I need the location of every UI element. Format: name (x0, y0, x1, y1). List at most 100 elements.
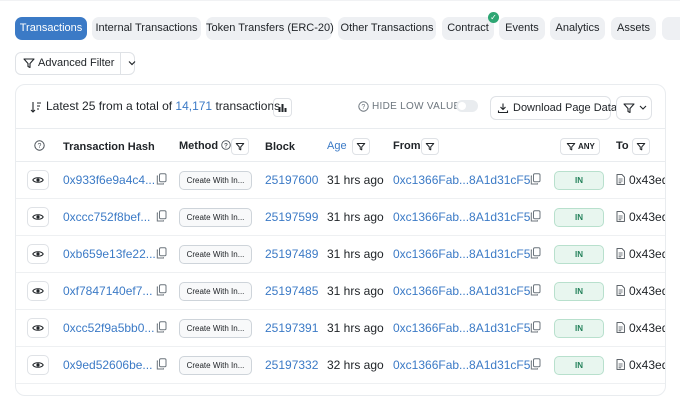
to-address[interactable]: 0x43ed (616, 321, 665, 335)
from-address-link[interactable]: 0xc1366Fab...8A1d31cF5 (393, 358, 530, 372)
eye-icon (32, 325, 44, 331)
block-link[interactable]: 25197489 (265, 247, 318, 261)
copy-icon[interactable] (530, 358, 541, 370)
chevron-down-icon[interactable] (127, 58, 137, 68)
method-badge: Create With In... (179, 319, 252, 338)
transactions-card: Latest 25 from a total of 14,171 transac… (15, 84, 666, 396)
copy-icon[interactable] (530, 173, 541, 185)
from-address-link[interactable]: 0xc1366Fab...8A1d31cF5 (393, 247, 530, 261)
help-icon: ? (34, 140, 45, 151)
transaction-hash-link[interactable]: 0xccc752f8bef... (63, 210, 150, 224)
advanced-filter-label: Advanced Filter (38, 57, 115, 69)
total-transactions-link[interactable]: 14,171 (175, 99, 212, 113)
block-link[interactable]: 25197332 (265, 358, 318, 372)
contract-doc-icon (616, 359, 625, 370)
help-icon: ? (358, 101, 369, 112)
to-address[interactable]: 0x43ed (616, 284, 665, 298)
tab-other-transactions[interactable]: Other Transactions (338, 17, 436, 40)
filter-icon (636, 143, 646, 151)
to-address[interactable]: 0x43ed (616, 173, 665, 187)
direction-badge: IN (554, 282, 604, 301)
filter-icon (23, 58, 35, 69)
direction-badge: IN (554, 171, 604, 190)
from-address-link[interactable]: 0xc1366Fab...8A1d31cF5 (393, 321, 530, 335)
table-row: 0x933f6e9a4c4... Create With In... 25197… (16, 162, 665, 199)
from-filter-button[interactable] (421, 138, 439, 155)
age-value: 31 hrs ago (327, 210, 384, 224)
col-age-toggle[interactable]: Age (327, 138, 347, 154)
age-value: 31 hrs ago (327, 247, 384, 261)
method-filter-button[interactable] (231, 138, 249, 155)
copy-icon[interactable] (156, 173, 167, 185)
age-value: 31 hrs ago (327, 284, 384, 298)
view-details-button[interactable] (27, 318, 49, 338)
advanced-filter-button[interactable]: Advanced Filter (15, 52, 137, 75)
tab-contract[interactable]: Contract (442, 17, 494, 40)
tab-assets[interactable]: Assets (611, 17, 656, 40)
tab-token-transfers[interactable]: Token Transfers (ERC-20) (206, 17, 334, 40)
to-filter-button[interactable] (632, 138, 650, 155)
direction-badge: IN (554, 245, 604, 264)
tab-analytics[interactable]: Analytics (550, 17, 605, 40)
copy-icon[interactable] (156, 284, 167, 296)
col-block: Block (265, 141, 295, 153)
col-to: To (616, 140, 629, 152)
block-link[interactable]: 25197391 (265, 321, 318, 335)
age-filter-button[interactable] (352, 138, 370, 155)
copy-icon[interactable] (530, 284, 541, 296)
download-icon (497, 103, 509, 114)
copy-icon[interactable] (530, 247, 541, 259)
filter-icon (425, 143, 435, 151)
chart-button[interactable] (273, 98, 292, 117)
view-details-button[interactable] (27, 281, 49, 301)
copy-icon[interactable] (156, 358, 167, 370)
from-address-link[interactable]: 0xc1366Fab...8A1d31cF5 (393, 210, 530, 224)
block-link[interactable]: 25197600 (265, 173, 318, 187)
tab-more-partial[interactable] (662, 17, 680, 40)
chevron-down-icon (639, 105, 647, 110)
to-address[interactable]: 0x43ed (616, 210, 665, 224)
copy-icon[interactable] (156, 210, 167, 222)
copy-icon[interactable] (530, 210, 541, 222)
direction-filter-button[interactable]: ANY (560, 138, 600, 155)
hide-low-value-label: ? HIDE LOW VALUE (358, 98, 460, 115)
eye-icon (32, 362, 44, 368)
block-link[interactable]: 25197485 (265, 284, 318, 298)
to-address[interactable]: 0x43ed (616, 358, 665, 372)
col-transaction-hash: Transaction Hash (63, 141, 155, 153)
col-method: Method ? (179, 138, 231, 154)
download-page-data-button[interactable]: Download Page Data (490, 96, 617, 120)
help-icon: ? (221, 140, 231, 150)
direction-badge: IN (554, 208, 604, 227)
svg-text:?: ? (38, 143, 42, 150)
table-row: 0xf7847140ef7... Create With In... 25197… (16, 273, 665, 310)
from-address-link[interactable]: 0xc1366Fab...8A1d31cF5 (393, 173, 530, 187)
view-details-button[interactable] (27, 244, 49, 264)
from-address-link[interactable]: 0xc1366Fab...8A1d31cF5 (393, 284, 530, 298)
tab-events[interactable]: Events (499, 17, 545, 40)
transaction-hash-link[interactable]: 0xb659e13fe22... (63, 247, 156, 261)
transaction-hash-link[interactable]: 0xf7847140ef7... (63, 284, 152, 298)
direction-badge: IN (554, 319, 604, 338)
copy-icon[interactable] (530, 321, 541, 333)
tab-internal-transactions[interactable]: Internal Transactions (92, 17, 201, 40)
contract-doc-icon (616, 322, 625, 333)
table-header: ? Transaction Hash Method ? Block Age Fr… (16, 137, 665, 157)
svg-text:?: ? (224, 142, 228, 149)
view-details-button[interactable] (27, 355, 49, 375)
transaction-hash-link[interactable]: 0xcc52f9a5bb0... (63, 321, 154, 335)
view-details-button[interactable] (27, 170, 49, 190)
view-details-button[interactable] (27, 207, 49, 227)
copy-icon[interactable] (156, 247, 167, 259)
to-address[interactable]: 0x43ed (616, 247, 665, 261)
tab-transactions[interactable]: Transactions (15, 17, 87, 40)
table-filter-button[interactable] (616, 96, 652, 120)
hide-low-value-toggle[interactable] (456, 100, 478, 112)
copy-icon[interactable] (156, 321, 167, 333)
eye-icon (32, 251, 44, 257)
block-link[interactable]: 25197599 (265, 210, 318, 224)
transaction-hash-link[interactable]: 0x9ed52606be... (63, 358, 152, 372)
transaction-hash-link[interactable]: 0x933f6e9a4c4... (63, 173, 155, 187)
table-row: 0xccc752f8bef... Create With In... 25197… (16, 199, 665, 236)
filter-icon (356, 143, 366, 151)
